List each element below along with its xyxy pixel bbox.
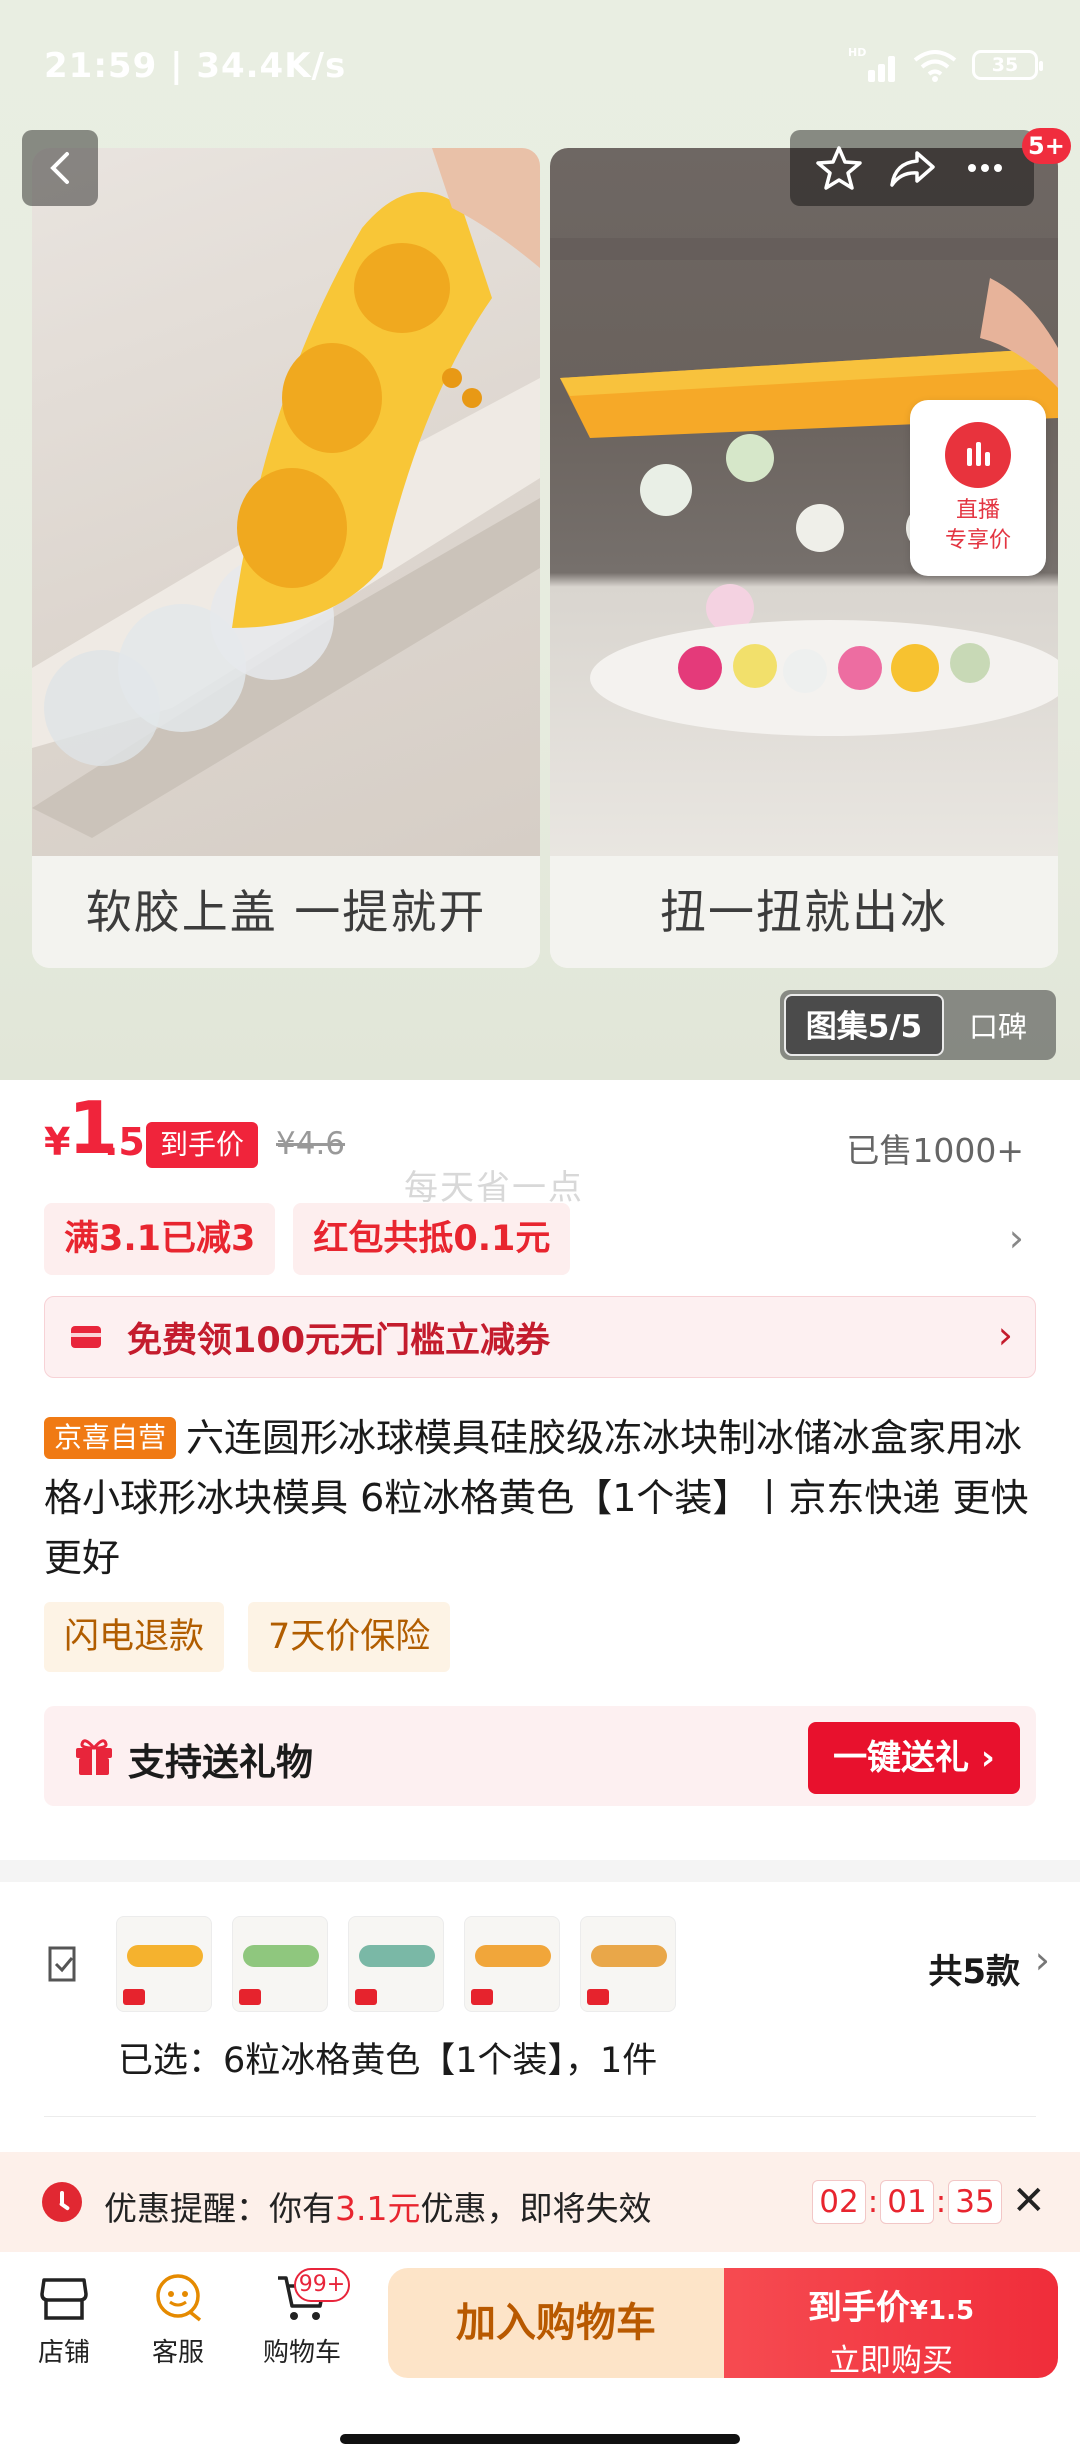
nav-shop-label: 店铺 <box>37 2338 90 2368</box>
shop-icon <box>40 2278 88 2320</box>
live-label-1: 直播 <box>955 498 1000 523</box>
back-button[interactable] <box>22 130 98 206</box>
chevron-right-icon: › <box>997 1313 1013 1357</box>
promo-chip-discount: 满3.1已减3 <box>44 1203 276 1275</box>
gallery-caption-1: 软胶上盖 一提就开 <box>32 856 540 968</box>
selected-variant-text: 已选：6粒冰格黄色【1个装】，1件 <box>118 2041 658 2081</box>
live-label-2: 专享价 <box>944 528 1011 553</box>
discount-reminder-bar: 优惠提醒：你有3.1元优惠，即将失效 02: 01: 35 ✕ <box>0 2152 1080 2252</box>
buy-price-value: ¥1.5 <box>909 2296 975 2326</box>
section-divider <box>0 1860 1080 1882</box>
coupon-text: 免费领100元无门槛立减券 <box>127 1320 551 1361</box>
top-action-bar <box>790 130 1034 206</box>
buy-price-line: 到手价¥1.5 <box>724 2280 1058 2329</box>
variant-thumb[interactable] <box>232 1916 328 2012</box>
promo-chip-redpacket: 红包共抵0.1元 <box>293 1203 571 1275</box>
live-price-button[interactable]: 直播 专享价 <box>910 400 1046 576</box>
product-photo-lid <box>32 148 540 856</box>
status-time: 21:59 | 34.4K/s <box>44 46 347 86</box>
gift-text: 支持送礼物 <box>128 1741 313 1784</box>
customer-service-icon <box>156 2274 202 2322</box>
service-refund: 闪电退款 <box>44 1602 225 1672</box>
chevron-left-icon <box>50 152 69 184</box>
signal-icon: HD <box>848 46 898 82</box>
coupon-card-icon <box>71 1326 101 1348</box>
clock-icon <box>42 2182 82 2222</box>
gallery-image-1[interactable]: 软胶上盖 一提就开 <box>32 148 540 968</box>
chevron-right-icon: › <box>1034 1938 1050 1982</box>
send-gift-label: 一键送礼 <box>833 1738 970 1778</box>
variant-thumb[interactable] <box>464 1916 560 2012</box>
cart-count-badge: 99+ <box>294 2268 350 2302</box>
product-title: 京喜自营 六连圆形冰球模具硅胶级冻冰块制冰储冰盒家用冰格小球形冰块模具 6粒冰格黄… <box>44 1408 1044 1588</box>
price-currency: ¥ <box>44 1120 71 1164</box>
tab-reviews[interactable]: 口碑 <box>944 1004 1052 1046</box>
variant-count: 共5款 <box>928 1952 1020 1992</box>
send-gift-button[interactable]: 一键送礼 › <box>808 1722 1020 1794</box>
price-row: ¥ 1 .5 到手价 ¥4.6 每天省一点 已售1000+ <box>0 1080 1080 1208</box>
reminder-text: 优惠提醒：你有3.1元优惠，即将失效 <box>104 2182 651 2230</box>
live-icon <box>945 422 1011 488</box>
timer-hours: 02 <box>812 2180 866 2224</box>
nav-service-label: 客服 <box>151 2338 204 2368</box>
buy-now-label: 立即购买 <box>829 2343 953 2379</box>
nav-cart-label: 购物车 <box>262 2338 341 2368</box>
reminder-amount: 3.1元 <box>335 2189 421 2228</box>
gift-banner: 支持送礼物 一键送礼 › <box>44 1706 1036 1806</box>
product-detail-page: 21:59 | 34.4K/s HD 35 软胶上盖 一提就开 扭一扭就出冰 5… <box>0 0 1080 2460</box>
tab-gallery[interactable]: 图集5/5 <box>784 994 944 1056</box>
gallery-caption-2: 扭一扭就出冰 <box>550 856 1058 968</box>
self-operated-badge: 京喜自营 <box>44 1417 177 1459</box>
buy-now-button[interactable]: 到手价¥1.5 立即购买 <box>724 2268 1058 2379</box>
signal-label: HD <box>848 46 867 59</box>
status-bar: 21:59 | 34.4K/s HD 35 <box>0 0 1080 130</box>
variant-thumb[interactable] <box>348 1916 444 2012</box>
share-icon[interactable] <box>887 143 937 193</box>
service-tags: 闪电退款 7天价保险 <box>44 1602 451 1672</box>
coupon-banner[interactable]: 免费领100元无门槛立减券 › <box>44 1296 1036 1378</box>
product-title-text: 六连圆形冰球模具硅胶级冻冰块制冰储冰盒家用冰格小球形冰块模具 6粒冰格黄色【1个… <box>44 1416 1029 1580</box>
nav-shop[interactable]: 店铺 <box>16 2270 112 2369</box>
promotion-row[interactable]: 满3.1已减3 红包共抵0.1元 › <box>44 1202 1044 1276</box>
nav-service[interactable]: 客服 <box>130 2270 226 2369</box>
reminder-suffix: 优惠，即将失效 <box>420 2189 652 2228</box>
timer-seconds: 35 <box>948 2180 1002 2224</box>
variant-thumb[interactable] <box>580 1916 676 2012</box>
countdown-timer: 02: 01: 35 <box>812 2180 1002 2224</box>
close-icon[interactable]: ✕ <box>1012 2178 1046 2224</box>
image-gallery[interactable]: 21:59 | 34.4K/s HD 35 软胶上盖 一提就开 扭一扭就出冰 5… <box>0 0 1080 1080</box>
add-to-cart-button[interactable]: 加入购物车 <box>388 2268 724 2378</box>
original-price: ¥4.6 <box>276 1126 346 1162</box>
variant-thumb[interactable] <box>116 1916 212 2012</box>
service-price-protect: 7天价保险 <box>248 1602 451 1672</box>
home-indicator[interactable] <box>340 2434 740 2444</box>
divider <box>44 2116 1036 2117</box>
wifi-icon <box>913 50 957 82</box>
gift-icon <box>76 1739 112 1775</box>
star-icon[interactable] <box>814 143 864 193</box>
more-icon[interactable] <box>960 143 1010 193</box>
gallery-switcher: 图集5/5 口碑 <box>780 990 1056 1060</box>
battery-icon: 35 <box>972 50 1043 80</box>
price-decimal: .5 <box>104 1120 145 1164</box>
chevron-right-icon: › <box>1008 1216 1024 1260</box>
variant-selector[interactable]: 共5款 › 已选：6粒冰格黄色【1个装】，1件 <box>0 1882 1080 2152</box>
timer-minutes: 01 <box>880 2180 934 2224</box>
variant-thumbnails <box>116 1916 676 2012</box>
sold-count: 已售1000+ <box>846 1131 1024 1170</box>
selected-spec-icon <box>48 1946 76 1982</box>
final-price-tag: 到手价 <box>146 1122 259 1168</box>
message-count-badge: 5+ <box>1022 128 1071 164</box>
bottom-action-bar: 店铺 客服 购物车 99+ 加入购物车 到手价¥1.5 立即购买 <box>0 2252 1080 2460</box>
reminder-prefix: 优惠提醒：你有 <box>104 2189 335 2228</box>
buy-price-prefix: 到手价 <box>807 2288 910 2328</box>
